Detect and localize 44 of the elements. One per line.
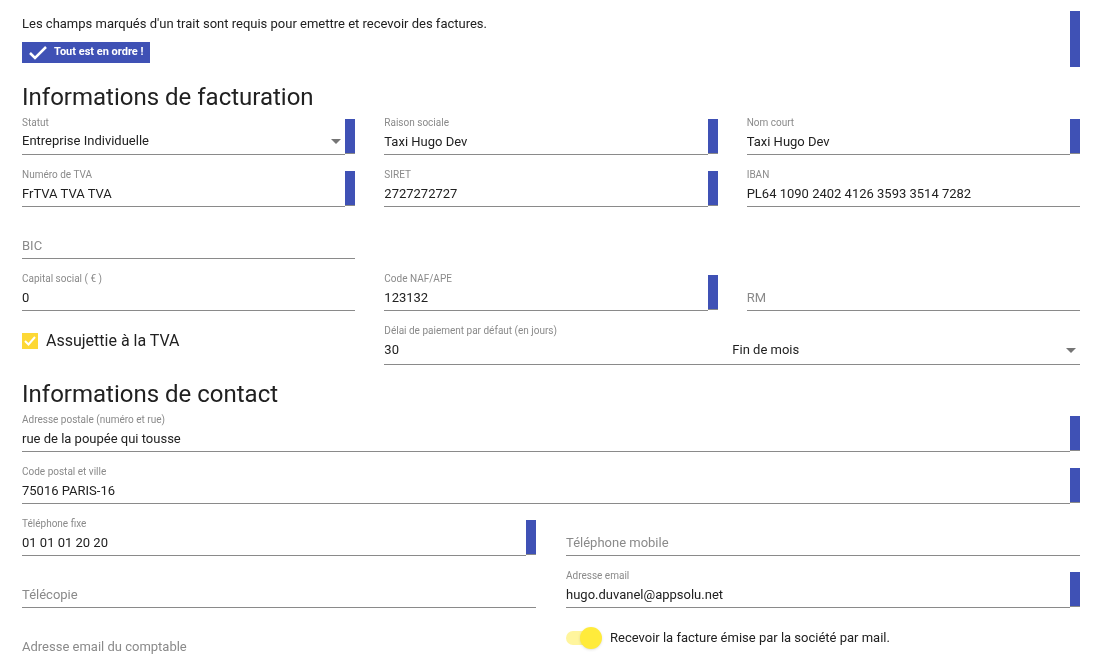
text-field[interactable]: Adresse email du comptable xyxy=(22,633,536,654)
text-field[interactable]: BIC xyxy=(22,232,356,259)
text-field[interactable]: Taxi Hugo Dev xyxy=(384,128,708,155)
select-field[interactable]: Fin de mois xyxy=(732,336,1080,364)
field-label: Nom court xyxy=(746,116,795,129)
required-marker-legend xyxy=(1070,11,1080,67)
field-label: Code postal et ville xyxy=(22,465,107,478)
notice-text: Les champs marqués d'un trait sont requis pour emettre et recevoir des factures. xyxy=(22,16,488,32)
checkbox[interactable] xyxy=(22,332,38,349)
check-icon xyxy=(28,44,48,61)
text-field[interactable]: 01 01 01 20 20 xyxy=(22,529,526,556)
dropdown-caret-icon xyxy=(1066,347,1076,353)
checkbox-label: Assujettie à la TVA xyxy=(46,330,180,351)
text-field[interactable]: 75016 PARIS-16 xyxy=(22,477,1070,504)
text-field[interactable]: RM xyxy=(746,284,1080,311)
field-label: Téléphone fixe xyxy=(22,517,87,530)
text-field[interactable]: Téléphone mobile xyxy=(566,529,1080,556)
toggle-label: Recevoir la facture émise par la société par mail. xyxy=(610,628,890,647)
section-heading: Informations de contact xyxy=(22,378,280,409)
section-heading: Informations de facturation xyxy=(22,81,315,112)
field-label: Adresse email xyxy=(566,569,630,582)
text-field[interactable]: 123132 xyxy=(384,284,708,311)
select-field[interactable]: Entreprise Individuelle xyxy=(22,128,346,155)
field-label: Délai de paiement par défaut (en jours) xyxy=(384,324,557,337)
field-label: Raison sociale xyxy=(384,116,449,129)
text-field[interactable]: Télécopie xyxy=(22,581,536,608)
field-label: Adresse postale (numéro et rue) xyxy=(22,413,166,426)
text-field[interactable]: 0 xyxy=(22,284,356,311)
field-label: Capital social ( € ) xyxy=(22,272,102,285)
text-field[interactable]: hugo.duvanel@appsolu.net xyxy=(566,581,1070,608)
text-field[interactable]: 2727272727 xyxy=(384,180,708,207)
text-field[interactable]: rue de la poupée qui tousse xyxy=(22,425,1070,452)
text-field[interactable]: FrTVA TVA TVA xyxy=(22,180,346,207)
toggle-switch[interactable] xyxy=(566,626,602,649)
field-label: Statut xyxy=(22,116,49,129)
text-field[interactable]: PL64 1090 2402 4126 3593 3514 7282 xyxy=(746,180,1080,207)
status-badge: Tout est en ordre ! xyxy=(22,42,150,63)
field-label: IBAN xyxy=(746,168,770,181)
dropdown-caret-icon xyxy=(331,138,342,144)
field-label: Code NAF/APE xyxy=(384,272,452,285)
text-field[interactable]: 30 xyxy=(384,336,733,364)
field-label: SIRET xyxy=(384,168,411,181)
text-field[interactable]: Taxi Hugo Dev xyxy=(746,128,1070,155)
field-label: Numéro de TVA xyxy=(22,168,92,181)
